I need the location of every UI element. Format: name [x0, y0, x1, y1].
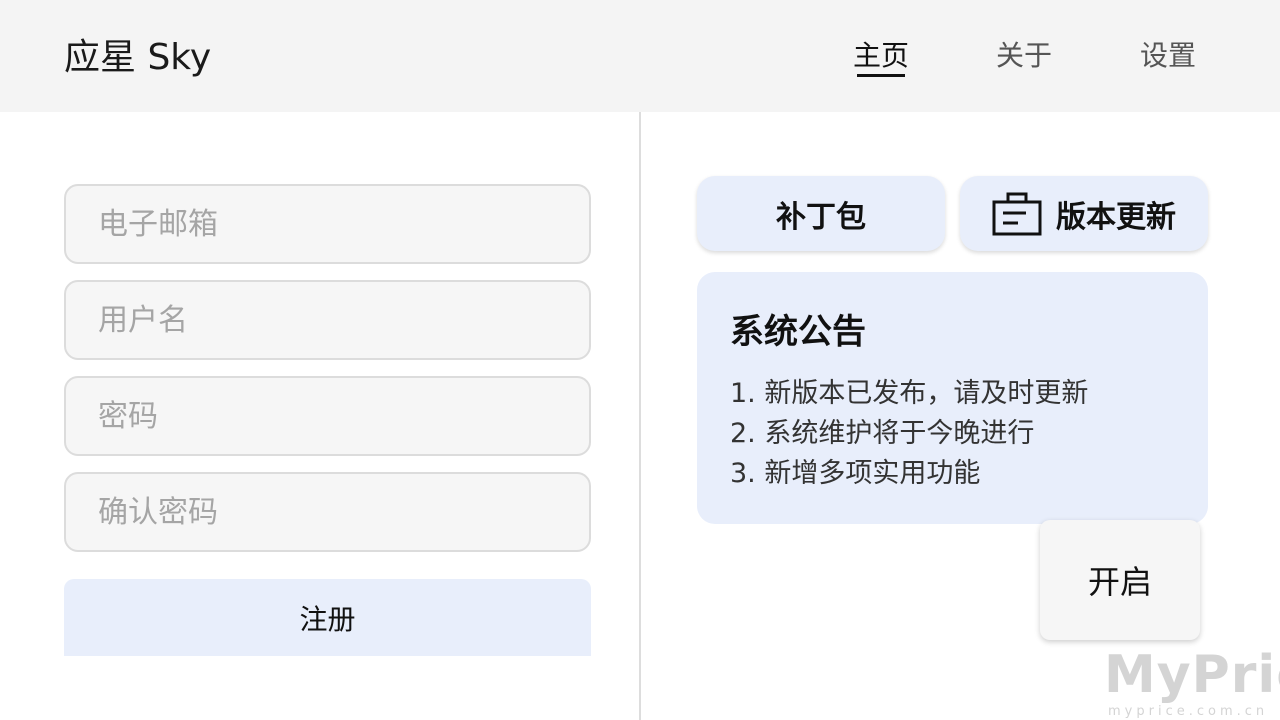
- announcement-item: 3. 新增多项实用功能: [730, 458, 981, 489]
- open-button-label: 开启: [1087, 563, 1152, 601]
- watermark-logo: MyPrice myprice.com.cn: [1104, 646, 1280, 720]
- watermark-url: myprice.com.cn: [1108, 704, 1269, 719]
- update-button-label: 版本更新: [1056, 199, 1176, 235]
- username-field[interactable]: [64, 280, 591, 360]
- password-field[interactable]: [64, 376, 591, 456]
- confirm-password-input[interactable]: [66, 474, 589, 550]
- password-input[interactable]: [66, 378, 589, 454]
- vertical-divider: [639, 112, 641, 720]
- update-button[interactable]: 版本更新: [960, 176, 1208, 251]
- announcement-list: 1. 新版本已发布，请及时更新 2. 系统维护将于今晚进行 3. 新增多项实用功…: [730, 374, 1088, 494]
- top-bar: 应星 Sky 主页 关于 设置: [0, 0, 1280, 112]
- username-input[interactable]: [66, 282, 589, 358]
- email-field[interactable]: [64, 184, 591, 264]
- nav-about[interactable]: 关于: [996, 36, 1052, 76]
- confirm-password-field[interactable]: [64, 472, 591, 552]
- announcement-item: 2. 系统维护将于今晚进行: [730, 418, 1035, 449]
- patch-button-label: 补丁包: [776, 199, 866, 235]
- active-nav-indicator: [857, 74, 906, 77]
- announcement-item: 1. 新版本已发布，请及时更新: [730, 378, 1089, 409]
- email-input[interactable]: [66, 186, 589, 262]
- patch-button[interactable]: 补丁包: [697, 176, 945, 251]
- nav-settings[interactable]: 设置: [1140, 36, 1196, 76]
- nav-home[interactable]: 主页: [853, 36, 910, 77]
- nav-settings-label: 设置: [1140, 39, 1197, 72]
- watermark-brand: MyPrice: [1104, 645, 1280, 705]
- announcement-panel: 系统公告 1. 新版本已发布，请及时更新 2. 系统维护将于今晚进行 3. 新增…: [697, 272, 1208, 524]
- app-title: 应星 Sky: [64, 37, 212, 78]
- register-button[interactable]: 注册: [64, 579, 591, 656]
- nav-about-label: 关于: [996, 39, 1053, 72]
- notice-board-icon: [992, 191, 1042, 237]
- open-button[interactable]: 开启: [1040, 520, 1200, 640]
- announcement-title: 系统公告: [730, 312, 866, 352]
- nav-home-label: 主页: [853, 39, 910, 72]
